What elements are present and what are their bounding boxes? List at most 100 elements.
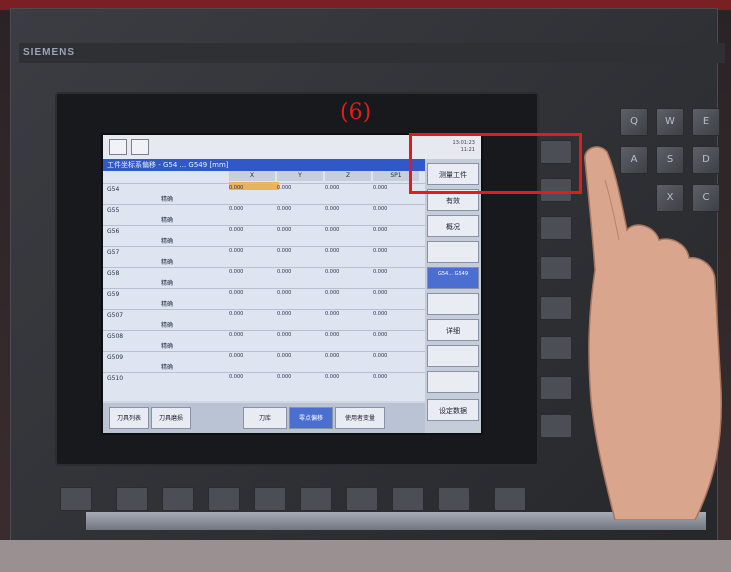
offset-cell[interactable]: 0.000 [373, 185, 387, 191]
row-offset-type: 精确 [161, 322, 174, 329]
softkey-work-offset[interactable]: 零点偏移 [289, 407, 333, 429]
offset-cell[interactable]: 0.000 [277, 269, 291, 275]
offset-cell[interactable]: 0.000 [325, 374, 339, 380]
table-row[interactable]: G57 精确 0.000 0.000 0.000 0.000 [103, 246, 425, 269]
offset-cell[interactable]: 0.000 [325, 311, 339, 317]
offset-cell[interactable]: 0.000 [277, 227, 291, 233]
softkey-tool-list[interactable]: 刀具列表 [109, 407, 149, 429]
hw-bottom-key-1[interactable] [116, 487, 148, 511]
softkey-details[interactable]: 详细 [427, 319, 479, 341]
offset-cell[interactable]: 0.000 [325, 206, 339, 212]
offset-cell[interactable]: 0.000 [229, 290, 243, 296]
offset-cell[interactable]: 0.000 [373, 248, 387, 254]
offset-cell[interactable]: 0.000 [325, 227, 339, 233]
table-row[interactable]: G507 精确 0.000 0.000 0.000 0.000 [103, 309, 425, 332]
hw-softkey-3[interactable] [540, 216, 572, 240]
offset-cell[interactable]: 0.000 [277, 290, 291, 296]
offset-cell[interactable]: 0.000 [373, 269, 387, 275]
row-offset-type: 精确 [161, 301, 174, 308]
row-offset-type: 精确 [161, 364, 174, 371]
floor [0, 540, 731, 572]
hw-key-next[interactable] [494, 487, 526, 511]
hw-bottom-key-5[interactable] [300, 487, 332, 511]
offset-cell[interactable]: 0.000 [325, 290, 339, 296]
offset-cell[interactable]: 0.000 [325, 269, 339, 275]
row-offset-type: 精确 [161, 217, 174, 224]
softkey-g54-g549[interactable]: G54... G549 [427, 267, 479, 289]
hw-softkey-6[interactable] [540, 336, 572, 360]
offset-cell[interactable]: 0.000 [373, 353, 387, 359]
row-offset-name: G57 [107, 249, 120, 256]
scene: SIEMENS 13:01:23 11:21 工件坐标系偏移 - G54 ...… [0, 0, 731, 572]
offset-cell[interactable]: 0.000 [325, 353, 339, 359]
hw-bottom-key-3[interactable] [208, 487, 240, 511]
offset-cell[interactable]: 0.000 [277, 206, 291, 212]
table-row[interactable]: G55 精确 0.000 0.000 0.000 0.000 [103, 204, 425, 227]
row-offset-name: G58 [107, 270, 120, 277]
hw-softkey-5[interactable] [540, 296, 572, 320]
offset-cell[interactable]: 0.000 [373, 290, 387, 296]
hw-bottom-key-6[interactable] [346, 487, 378, 511]
softkey-tool-wear[interactable]: 刀具磨损 [151, 407, 191, 429]
machine-icon [131, 139, 149, 155]
offset-cell[interactable]: 0.000 [277, 353, 291, 359]
offset-cell[interactable]: 0.000 [229, 374, 243, 380]
softkey-empty-1[interactable] [427, 241, 479, 263]
annotation-label: (6) [340, 100, 372, 125]
offset-cell[interactable]: 0.000 [277, 332, 291, 338]
offset-cell[interactable]: 0.000 [229, 185, 243, 191]
table-row[interactable]: G510 0.000 0.000 0.000 0.000 [103, 372, 425, 395]
offset-cell[interactable]: 0.000 [229, 248, 243, 254]
table-row[interactable]: G509 精确 0.000 0.000 0.000 0.000 [103, 351, 425, 374]
hw-bottom-key-8[interactable] [438, 487, 470, 511]
hw-key-up[interactable] [60, 487, 92, 511]
offset-cell[interactable]: 0.000 [277, 248, 291, 254]
offset-cell[interactable]: 0.000 [373, 374, 387, 380]
softkey-magazine[interactable]: 刀库 [243, 407, 287, 429]
offset-cell[interactable]: 0.000 [373, 332, 387, 338]
hw-bottom-key-7[interactable] [392, 487, 424, 511]
vertical-softkey-bar: 测量工件 有效 概况 G54... G549 详细 设定数据 [425, 159, 481, 433]
offset-cell[interactable]: 0.000 [373, 227, 387, 233]
softkey-empty-4[interactable] [427, 371, 479, 393]
softkey-empty-3[interactable] [427, 345, 479, 367]
offset-cell[interactable]: 0.000 [229, 332, 243, 338]
offset-cell[interactable]: 0.000 [229, 269, 243, 275]
table-row[interactable]: G54 精确 0.000 0.000 0.000 0.000 [103, 183, 425, 206]
offset-cell[interactable]: 0.000 [277, 311, 291, 317]
softkey-overview[interactable]: 概况 [427, 215, 479, 237]
offset-cell[interactable]: 0.000 [229, 311, 243, 317]
offset-cell[interactable]: 0.000 [325, 332, 339, 338]
softkey-settings[interactable]: 设定数据 [427, 399, 479, 421]
row-offset-name: G509 [107, 354, 124, 361]
table-row[interactable]: G59 精确 0.000 0.000 0.000 0.000 [103, 288, 425, 311]
key-q[interactable]: Q [620, 108, 648, 136]
hw-softkey-8[interactable] [540, 414, 572, 438]
key-e[interactable]: E [692, 108, 720, 136]
softkey-user-variables[interactable]: 使用者变量 [335, 407, 385, 429]
offset-cell[interactable]: 0.000 [325, 185, 339, 191]
table-row[interactable]: G58 精确 0.000 0.000 0.000 0.000 [103, 267, 425, 290]
hw-softkey-4[interactable] [540, 256, 572, 280]
row-offset-name: G54 [107, 186, 120, 193]
bottom-softkey-bar: 刀具列表 刀具磨损 刀库 零点偏移 使用者变量 [103, 403, 425, 433]
table-row[interactable]: G56 精确 0.000 0.000 0.000 0.000 [103, 225, 425, 248]
col-header-x: X [229, 171, 275, 181]
offset-cell[interactable]: 0.000 [373, 311, 387, 317]
hw-bottom-key-4[interactable] [254, 487, 286, 511]
row-offset-name: G59 [107, 291, 120, 298]
offset-cell[interactable]: 0.000 [277, 374, 291, 380]
hw-bottom-key-2[interactable] [162, 487, 194, 511]
offset-cell[interactable]: 0.000 [229, 206, 243, 212]
pointing-hand [584, 146, 723, 520]
softkey-empty-2[interactable] [427, 293, 479, 315]
row-offset-type: 精确 [161, 259, 174, 266]
offset-cell[interactable]: 0.000 [277, 185, 291, 191]
table-row[interactable]: G508 精确 0.000 0.000 0.000 0.000 [103, 330, 425, 353]
hw-softkey-7[interactable] [540, 376, 572, 400]
key-w[interactable]: W [656, 108, 684, 136]
offset-cell[interactable]: 0.000 [325, 248, 339, 254]
offset-cell[interactable]: 0.000 [373, 206, 387, 212]
offset-cell[interactable]: 0.000 [229, 353, 243, 359]
offset-cell[interactable]: 0.000 [229, 227, 243, 233]
